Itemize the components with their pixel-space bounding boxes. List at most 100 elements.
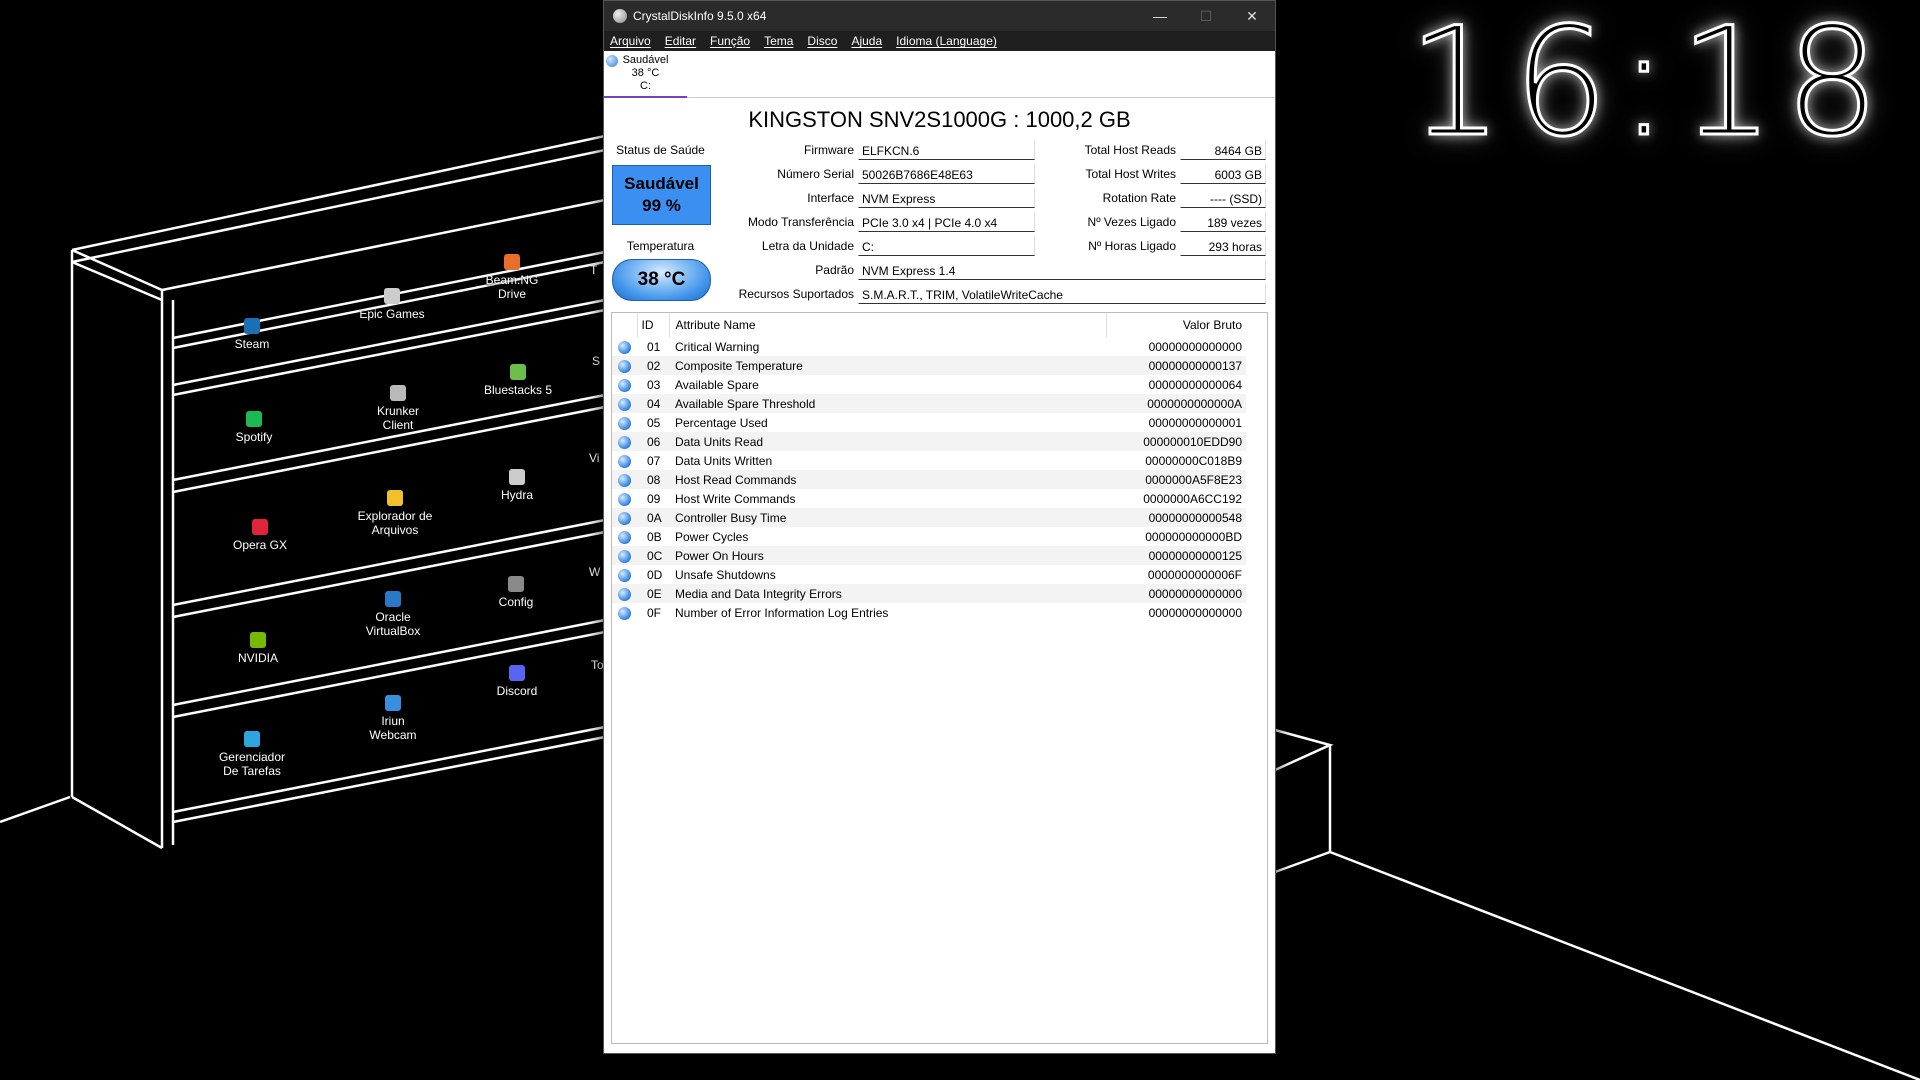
menu-disco[interactable]: Disco bbox=[807, 34, 837, 48]
desktop-icon-oracle-virtualbox[interactable]: Oracle VirtualBox bbox=[345, 591, 441, 638]
host-writes-field: 6003 GB bbox=[1180, 164, 1266, 184]
drive-letter-field: C: bbox=[858, 236, 1035, 256]
desktop-clock: 16:18 bbox=[1406, 0, 1890, 172]
host-writes-label: Total Host Writes bbox=[1085, 167, 1176, 181]
menu-bar: Arquivo Editar Função Tema Disco Ajuda I… bbox=[604, 31, 1275, 51]
standard-field: NVM Express 1.4 bbox=[858, 260, 1266, 280]
menu-tema[interactable]: Tema bbox=[764, 34, 793, 48]
status-dot-icon bbox=[618, 492, 631, 506]
close-button[interactable]: ✕ bbox=[1229, 1, 1275, 31]
table-row[interactable]: 01 Critical Warning 00000000000000 bbox=[612, 337, 1246, 356]
desktop-icon-config[interactable]: Config bbox=[468, 576, 564, 609]
desktop-icon-epic-games[interactable]: Epic Games bbox=[344, 288, 440, 321]
window-title: CrystalDiskInfo 9.5.0 x64 bbox=[633, 9, 767, 23]
crystaldiskinfo-window: CrystalDiskInfo 9.5.0 x64 — ☐ ✕ Arquivo … bbox=[603, 0, 1276, 1054]
table-row[interactable]: 0E Media and Data Integrity Errors 0000000… bbox=[612, 584, 1246, 603]
disk-tabs: Saudável 38 °C C: bbox=[604, 51, 1275, 98]
standard-label: Padrão bbox=[815, 263, 854, 277]
table-row[interactable]: 0D Unsafe Shutdowns 0000000000006F bbox=[612, 565, 1246, 584]
table-row[interactable]: 03 Available Spare 00000000000064 bbox=[612, 375, 1246, 394]
temperature-label: Temperatura bbox=[626, 239, 695, 253]
disk-tab-c[interactable]: Saudável 38 °C C: bbox=[604, 54, 687, 98]
status-dot-icon bbox=[618, 340, 631, 354]
menu-funcao[interactable]: Função bbox=[710, 34, 750, 48]
table-header: ID Attribute Name Valor Bruto bbox=[612, 313, 1246, 337]
desktop-icon-spotify[interactable]: Spotify bbox=[206, 411, 302, 444]
config-icon bbox=[508, 576, 524, 592]
iriun-webcam-icon bbox=[385, 695, 401, 711]
desktop-icon-opera-gx[interactable]: Opera GX bbox=[212, 519, 308, 552]
firmware-field: ELFKCN.6 bbox=[858, 140, 1035, 160]
health-status-icon bbox=[606, 55, 618, 67]
title-bar[interactable]: CrystalDiskInfo 9.5.0 x64 — ☐ ✕ bbox=[604, 1, 1275, 31]
column-header-raw[interactable]: Valor Bruto bbox=[1106, 313, 1246, 337]
epic-games-icon bbox=[384, 288, 400, 304]
table-row[interactable]: 09 Host Write Commands 0000000A6CC192 bbox=[612, 489, 1246, 508]
menu-arquivo[interactable]: Arquivo bbox=[610, 34, 651, 48]
drive-letter-label: Letra da Unidade bbox=[761, 239, 854, 253]
disk-tab-letter: C: bbox=[640, 80, 651, 92]
power-count-label: Nº Vezes Ligado bbox=[1087, 215, 1176, 229]
table-row[interactable]: 06 Data Units Read 000000010EDD90 bbox=[612, 432, 1246, 451]
opera-gx-icon bbox=[252, 519, 268, 535]
temperature-button[interactable]: 38 °C bbox=[612, 259, 711, 301]
column-header-id[interactable]: ID bbox=[637, 313, 670, 337]
health-status: Saudável bbox=[624, 174, 699, 193]
minimize-button[interactable]: — bbox=[1137, 1, 1183, 31]
menu-editar[interactable]: Editar bbox=[665, 34, 696, 48]
table-row[interactable]: 04 Available Spare Threshold 0000000000000… bbox=[612, 394, 1246, 413]
features-field: S.M.A.R.T., TRIM, VolatileWriteCache bbox=[858, 284, 1266, 304]
status-dot-icon bbox=[618, 416, 631, 430]
rotation-rate-label: Rotation Rate bbox=[1102, 191, 1176, 205]
table-row[interactable]: 0B Power Cycles 000000000000BD bbox=[612, 527, 1246, 546]
beamng-icon bbox=[504, 254, 520, 270]
status-dot-icon bbox=[618, 530, 631, 544]
health-percent: 99 % bbox=[642, 196, 681, 215]
transfer-mode-label: Modo Transferência bbox=[747, 215, 854, 229]
health-status-button[interactable]: Saudável 99 % bbox=[612, 165, 711, 225]
interface-label: Interface bbox=[807, 191, 854, 205]
hydra-icon bbox=[509, 469, 525, 485]
maximize-button[interactable]: ☐ bbox=[1183, 1, 1229, 31]
table-row[interactable]: 0A Controller Busy Time 00000000000548 bbox=[612, 508, 1246, 527]
folder-icon bbox=[387, 490, 403, 506]
host-reads-field: 8464 GB bbox=[1180, 140, 1266, 160]
status-dot-icon bbox=[618, 378, 631, 392]
status-dot-icon bbox=[618, 511, 631, 525]
table-row[interactable]: 05 Percentage Used 00000000000001 bbox=[612, 413, 1246, 432]
smart-attributes-table[interactable]: ID Attribute Name Valor Bruto 01 Critical… bbox=[611, 312, 1268, 1044]
disk-tab-temp: 38 °C bbox=[631, 67, 660, 79]
table-row[interactable]: 02 Composite Temperature 00000000000137 bbox=[612, 356, 1246, 375]
desktop-icon-krunker-client[interactable]: Krunker Client bbox=[350, 385, 446, 432]
features-label: Recursos Suportados bbox=[738, 287, 854, 301]
status-dot-icon bbox=[618, 587, 631, 601]
column-header-name[interactable]: Attribute Name bbox=[669, 313, 1107, 337]
status-dot-icon bbox=[618, 359, 631, 373]
desktop-icon-file-explorer[interactable]: Explorador de Arquivos bbox=[347, 490, 443, 537]
rotation-rate-field: ---- (SSD) bbox=[1180, 188, 1266, 208]
desktop-icon-bluestacks[interactable]: Bluestacks 5 bbox=[470, 364, 566, 397]
power-hours-label: Nº Horas Ligado bbox=[1088, 239, 1176, 253]
desktop-icon-steam[interactable]: Steam bbox=[204, 318, 300, 351]
host-reads-label: Total Host Reads bbox=[1084, 143, 1176, 157]
table-row[interactable]: 0C Power On Hours 00000000000125 bbox=[612, 546, 1246, 565]
desktop-icon-discord[interactable]: Discord bbox=[469, 665, 565, 698]
status-dot-icon bbox=[618, 454, 631, 468]
table-row[interactable]: 08 Host Read Commands 0000000A5F8E23 bbox=[612, 470, 1246, 489]
steam-icon bbox=[244, 318, 260, 334]
table-row[interactable]: 0F Number of Error Information Log Entrie… bbox=[612, 603, 1246, 622]
desktop-icon-hydra[interactable]: Hydra bbox=[469, 469, 565, 502]
desktop-icon-iriun-webcam[interactable]: Iriun Webcam bbox=[345, 695, 441, 742]
table-row[interactable]: 07 Data Units Written 00000000C018B9 bbox=[612, 451, 1246, 470]
menu-ajuda[interactable]: Ajuda bbox=[851, 34, 882, 48]
desktop-icon-nvidia[interactable]: NVIDIA bbox=[210, 632, 306, 665]
desktop-icon-beamng-drive[interactable]: Beam.NG Drive bbox=[464, 254, 560, 301]
menu-idioma[interactable]: Idioma (Language) bbox=[896, 34, 997, 48]
desktop-icon-task-manager[interactable]: Gerenciador De Tarefas bbox=[204, 731, 300, 778]
status-dot-icon bbox=[618, 549, 631, 563]
status-dot-icon bbox=[618, 606, 631, 620]
virtualbox-icon bbox=[385, 591, 401, 607]
status-dot-icon bbox=[618, 473, 631, 487]
nvidia-icon bbox=[250, 632, 266, 648]
serial-field: 50026B7686E48E63 bbox=[858, 164, 1035, 184]
